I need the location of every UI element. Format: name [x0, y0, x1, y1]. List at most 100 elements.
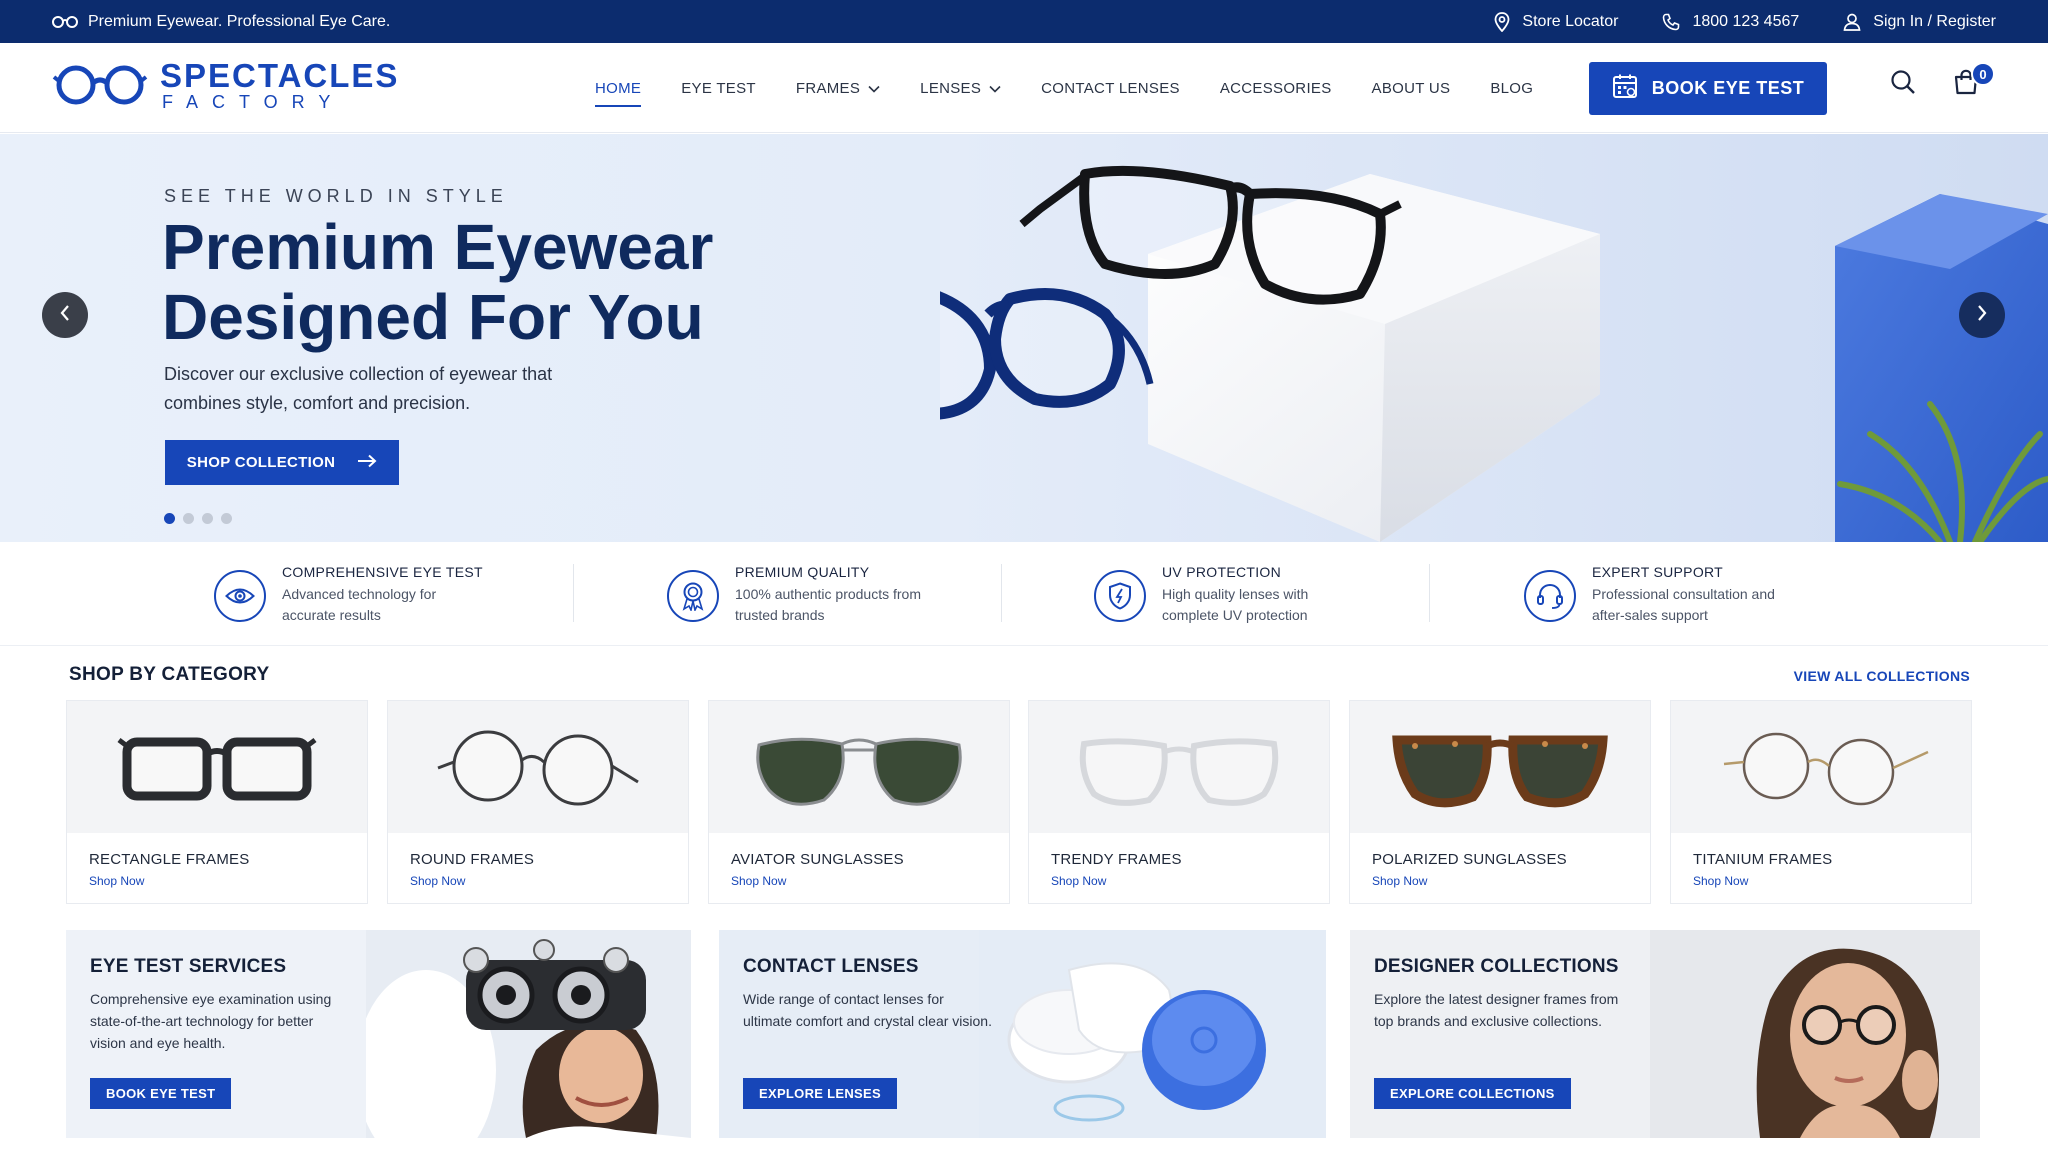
headset-icon	[1524, 570, 1576, 622]
category-name: ROUND FRAMES	[410, 851, 535, 868]
promo-designer-collections[interactable]: DESIGNER COLLECTIONS Explore the latest …	[1350, 930, 1980, 1138]
divider	[1429, 564, 1430, 622]
nav-contact-lenses[interactable]: CONTACT LENSES	[1041, 43, 1180, 133]
nav-blog[interactable]: BLOG	[1490, 43, 1533, 133]
chevron-down-icon	[989, 80, 1001, 97]
carousel-next-button[interactable]	[1959, 292, 2005, 338]
store-locator-link[interactable]: Store Locator	[1494, 11, 1619, 32]
phone-icon	[1662, 13, 1680, 31]
book-eye-test-button[interactable]: BOOK EYE TEST	[1589, 62, 1827, 115]
shop-now-link[interactable]: Shop Now	[1372, 874, 1427, 888]
category-section-title: SHOP BY CATEGORY	[69, 664, 270, 685]
feature-description: Professional consultation and after-sale…	[1592, 586, 1775, 623]
category-card-round-frames[interactable]: ROUND FRAMES Shop Now	[387, 700, 689, 904]
nav-about-us-label: ABOUT US	[1371, 79, 1451, 97]
feature-title: UV PROTECTION	[1162, 564, 1282, 580]
signin-link[interactable]: Sign In / Register	[1843, 13, 1996, 31]
nav-frames[interactable]: FRAMES	[796, 43, 880, 133]
category-card-titanium-frames[interactable]: TITANIUM FRAMES Shop Now	[1670, 700, 1972, 904]
round-frames-image	[388, 701, 688, 833]
carousel-dot[interactable]	[164, 513, 175, 524]
brand-name: SPECTACLES	[160, 57, 400, 94]
nav-home[interactable]: HOME	[595, 43, 642, 133]
main-header: SPECTACLES FACTORY HOME EYE TEST FRAMES …	[0, 43, 2048, 133]
shop-now-link[interactable]: Shop Now	[1693, 874, 1748, 888]
logo-glasses-icon	[52, 61, 148, 110]
carousel-dot[interactable]	[221, 513, 232, 524]
explore-lenses-button[interactable]: EXPLORE LENSES	[743, 1078, 897, 1109]
trendy-frames-image	[1029, 701, 1329, 833]
chevron-right-icon	[1976, 304, 1988, 327]
user-icon	[1843, 13, 1861, 31]
brand-logo[interactable]: SPECTACLES FACTORY	[52, 59, 399, 112]
shop-collection-label: SHOP COLLECTION	[186, 454, 336, 471]
promo-title: EYE TEST SERVICES	[90, 956, 287, 977]
rectangle-frames-image	[67, 701, 367, 833]
carousel-dot[interactable]	[183, 513, 194, 524]
book-eye-test-label: BOOK EYE TEST	[1651, 78, 1805, 98]
chevron-left-icon	[59, 304, 71, 327]
eye-icon	[214, 570, 266, 622]
shop-now-link[interactable]: Shop Now	[410, 874, 465, 888]
brand-subname: FACTORY	[162, 92, 345, 112]
shop-collection-button[interactable]: SHOP COLLECTION	[165, 440, 399, 485]
shop-now-link[interactable]: Shop Now	[89, 874, 144, 888]
nav-about-us[interactable]: ABOUT US	[1372, 43, 1451, 133]
contact-lenses-image	[979, 930, 1326, 1138]
feature-title: COMPREHENSIVE EYE TEST	[282, 564, 483, 580]
category-name: POLARIZED SUNGLASSES	[1372, 851, 1567, 868]
category-card-trendy-frames[interactable]: TRENDY FRAMES Shop Now	[1028, 700, 1330, 904]
phone-number: 1800 123 4567	[1692, 12, 1800, 30]
nav-eye-test[interactable]: EYE TEST	[681, 43, 756, 133]
map-pin-icon	[1494, 11, 1510, 32]
nav-accessories[interactable]: ACCESSORIES	[1220, 43, 1332, 133]
search-icon[interactable]	[1890, 69, 1916, 100]
top-bar-tagline-group: Premium Eyewear. Professional Eye Care.	[52, 0, 390, 43]
feature-item: COMPREHENSIVE EYE TEST Advanced technolo…	[214, 564, 483, 626]
hero-title: Premium Eyewear Designed For You	[162, 211, 714, 353]
explore-collections-button[interactable]: EXPLORE COLLECTIONS	[1374, 1078, 1571, 1109]
carousel-prev-button[interactable]	[42, 292, 88, 338]
chevron-down-icon	[868, 80, 880, 97]
top-bar-tagline: Premium Eyewear. Professional Eye Care.	[88, 12, 391, 30]
book-eye-test-promo-button[interactable]: BOOK EYE TEST	[90, 1078, 232, 1109]
main-nav: HOME EYE TEST FRAMES LENSES CONTACT LENS…	[595, 43, 1533, 133]
promo-description: Wide range of contact lenses for ultimat…	[743, 991, 992, 1029]
feature-item: UV PROTECTION High quality lenses with c…	[1094, 564, 1362, 626]
category-name: TRENDY FRAMES	[1051, 851, 1182, 868]
promo-eye-test-services[interactable]: EYE TEST SERVICES Comprehensive eye exam…	[66, 930, 691, 1138]
promo-contact-lenses[interactable]: CONTACT LENSES Wide range of contact len…	[719, 930, 1326, 1138]
category-card-polarized-sunglasses[interactable]: POLARIZED SUNGLASSES Shop Now	[1349, 700, 1651, 904]
category-card-aviator-sunglasses[interactable]: AVIATOR SUNGLASSES Shop Now	[708, 700, 1010, 904]
nav-eye-test-label: EYE TEST	[681, 79, 756, 97]
phone-link[interactable]: 1800 123 4567	[1662, 13, 1799, 31]
nav-accessories-label: ACCESSORIES	[1219, 79, 1332, 97]
carousel-dot[interactable]	[202, 513, 213, 524]
nav-lenses[interactable]: LENSES	[920, 43, 1001, 133]
nav-lenses-label: LENSES	[920, 79, 982, 97]
arrow-right-icon	[357, 454, 377, 472]
feature-title: EXPERT SUPPORT	[1592, 564, 1724, 580]
nav-home-label: HOME	[595, 79, 642, 97]
shield-icon	[1094, 570, 1146, 622]
feature-item: PREMIUM QUALITY 100% authentic products …	[667, 564, 935, 626]
carousel-dots	[164, 513, 232, 524]
shop-now-link[interactable]: Shop Now	[1051, 874, 1106, 888]
hero-product-image	[940, 134, 2048, 542]
nav-contact-lenses-label: CONTACT LENSES	[1041, 79, 1180, 97]
hero-banner: SEE THE WORLD IN STYLE Premium Eyewear D…	[0, 134, 2048, 542]
store-locator-label: Store Locator	[1522, 12, 1619, 30]
top-bar: Premium Eyewear. Professional Eye Care. …	[0, 0, 2048, 43]
calendar-icon	[1612, 73, 1638, 104]
nav-blog-label: BLOG	[1490, 79, 1534, 97]
hero-description: Discover our exclusive collection of eye…	[164, 364, 553, 413]
view-all-collections-link[interactable]: VIEW ALL COLLECTIONS	[1794, 668, 1970, 684]
eye-test-image	[366, 930, 691, 1138]
category-card-rectangle-frames[interactable]: RECTANGLE FRAMES Shop Now	[66, 700, 368, 904]
glasses-icon	[52, 15, 78, 29]
promo-title: CONTACT LENSES	[743, 956, 919, 977]
titanium-frames-image	[1671, 701, 1971, 833]
shop-now-link[interactable]: Shop Now	[731, 874, 786, 888]
designer-collections-image	[1650, 930, 1980, 1138]
features-strip: COMPREHENSIVE EYE TEST Advanced technolo…	[0, 542, 2048, 646]
